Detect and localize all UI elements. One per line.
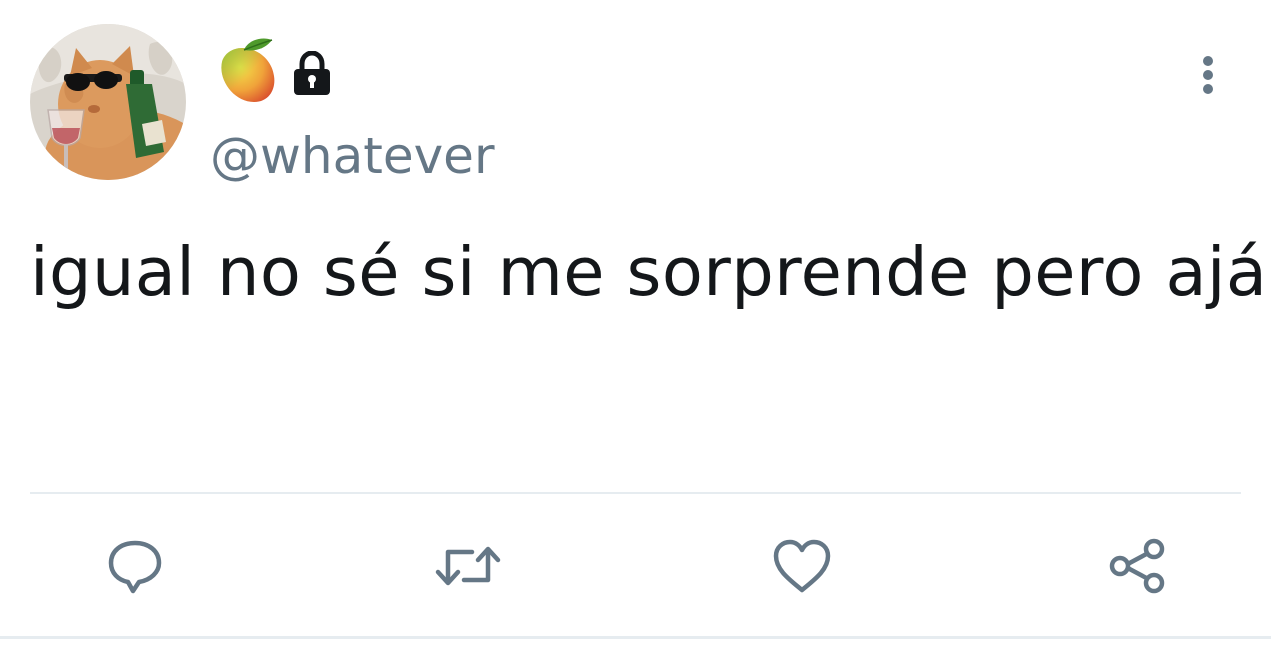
more-options-button[interactable] xyxy=(1190,50,1226,100)
divider xyxy=(30,492,1241,494)
reply-button[interactable] xyxy=(101,532,169,600)
divider xyxy=(0,636,1271,639)
share-icon xyxy=(1109,538,1165,594)
lock-icon xyxy=(294,51,330,95)
mango-emoji-icon xyxy=(221,38,275,102)
retweet-button[interactable] xyxy=(434,532,502,600)
tweet-text: igual no sé si me sorprende pero ajá xyxy=(30,233,1268,311)
tweet-card: @whatever igual no sé si me sorprende pe… xyxy=(0,0,1271,657)
reply-icon xyxy=(108,540,162,594)
share-button[interactable] xyxy=(1102,532,1170,600)
user-handle[interactable]: @whatever xyxy=(210,124,495,188)
more-vertical-icon xyxy=(1203,56,1213,94)
avatar[interactable] xyxy=(30,24,186,180)
heart-icon xyxy=(773,539,831,593)
like-button[interactable] xyxy=(768,532,836,600)
display-name[interactable] xyxy=(214,36,332,104)
retweet-icon xyxy=(435,546,501,586)
